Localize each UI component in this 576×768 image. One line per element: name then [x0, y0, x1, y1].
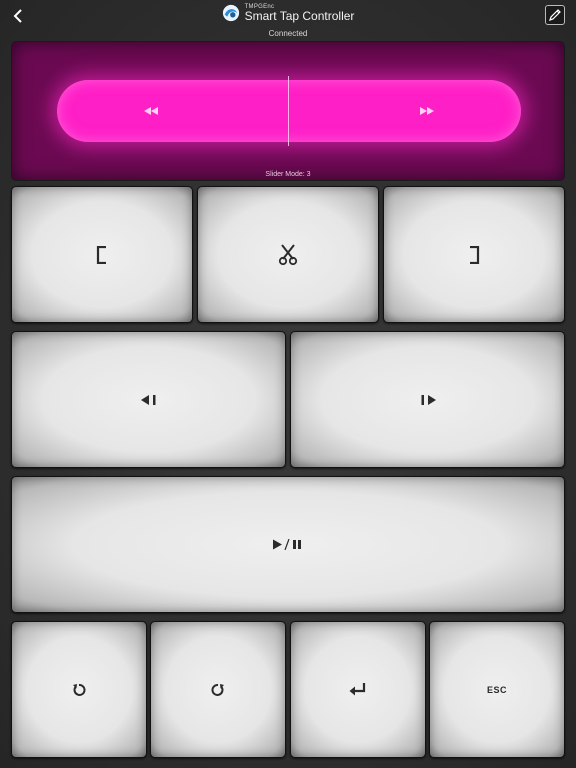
- mark-out-button[interactable]: [383, 186, 565, 323]
- app-logo-icon: [222, 4, 239, 22]
- next-frame-button[interactable]: [290, 331, 565, 468]
- enter-button[interactable]: [290, 621, 426, 758]
- escape-button[interactable]: ESC: [429, 621, 565, 758]
- redo-button[interactable]: [150, 621, 286, 758]
- fast-forward-icon: [420, 107, 434, 115]
- title-area: TMPGEnc Smart Tap Controller Connected: [0, 4, 576, 38]
- step-forward-frame-icon: [421, 394, 436, 405]
- edit-button[interactable]: [545, 5, 565, 25]
- mark-in-icon: [96, 245, 106, 264]
- slider-center-divider: [288, 76, 289, 146]
- play-pause-button[interactable]: [11, 476, 565, 613]
- play-pause-icon: [273, 539, 301, 550]
- previous-frame-button[interactable]: [11, 331, 286, 468]
- mark-in-button[interactable]: [11, 186, 193, 323]
- undo-button[interactable]: [11, 621, 147, 758]
- escape-label: ESC: [486, 684, 507, 695]
- step-back-frame-icon: [140, 394, 155, 405]
- undo-icon: [73, 683, 86, 696]
- app-title: Smart Tap Controller: [244, 9, 355, 23]
- cut-button[interactable]: [197, 186, 379, 323]
- rewind-icon: [144, 107, 158, 115]
- pencil-icon: [549, 9, 561, 21]
- header: TMPGEnc Smart Tap Controller Connected: [0, 0, 576, 38]
- connection-status: Connected: [268, 29, 308, 38]
- mark-out-icon: [470, 245, 480, 264]
- enter-icon: [349, 683, 366, 696]
- jog-slider-bar[interactable]: [57, 80, 521, 142]
- slider-mode-label: Slider Mode: 3: [265, 171, 311, 178]
- redo-icon: [211, 683, 224, 696]
- jog-slider-panel[interactable]: Slider Mode: 3: [11, 41, 565, 181]
- scissors-icon: [278, 243, 298, 265]
